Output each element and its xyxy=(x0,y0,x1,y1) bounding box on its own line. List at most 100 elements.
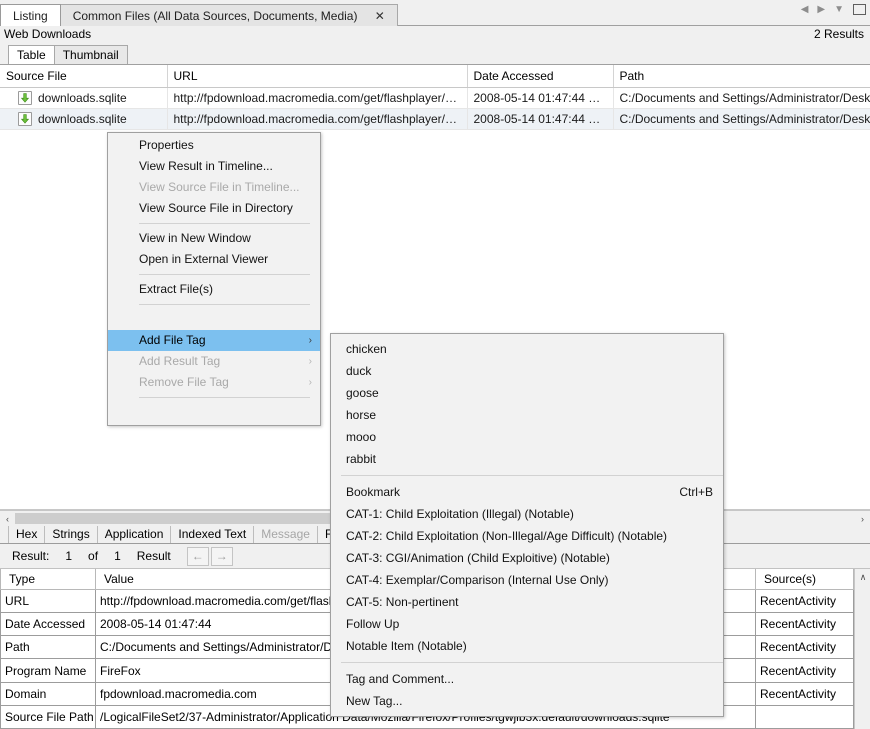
menu-item-view-in-new-window[interactable]: View in New Window xyxy=(108,228,320,249)
next-result-button[interactable]: → xyxy=(211,547,233,566)
cell-path: C:/Documents and Settings/Administrator/… xyxy=(613,88,870,109)
properties-vertical-scrollbar[interactable]: ∧ xyxy=(854,569,870,729)
menu-item-add-file-tag[interactable] xyxy=(108,309,320,330)
menu-item-label: mooo xyxy=(346,430,376,444)
submenu-item-cat-5[interactable]: CAT-5: Non-pertinent xyxy=(331,591,723,613)
menu-item-label: New Tag... xyxy=(346,694,402,708)
menu-item-label: Add Result Tag xyxy=(139,354,220,368)
menu-item-label: Extract File(s) xyxy=(139,282,213,296)
menu-item-label: View Source File in Timeline... xyxy=(139,180,300,194)
column-header-date-accessed[interactable]: Date Accessed xyxy=(467,65,613,88)
menu-item-open-in-external-viewer[interactable]: Open in External Viewer xyxy=(108,249,320,270)
window-tab-controls: ◀ ▶ ▼ xyxy=(801,4,866,15)
next-tab-icon[interactable]: ▶ xyxy=(817,5,825,15)
scroll-right-icon[interactable]: › xyxy=(855,511,870,526)
close-icon[interactable]: ✕ xyxy=(375,9,385,23)
maximize-icon[interactable] xyxy=(853,4,866,15)
source-file-name: downloads.sqlite xyxy=(38,91,127,105)
menu-item-view-source-file-in-directory[interactable]: View Source File in Directory xyxy=(108,198,320,219)
tab-table[interactable]: Table xyxy=(8,45,55,64)
column-header-type[interactable]: Type xyxy=(1,569,96,590)
view-tab-strip: Table Thumbnail xyxy=(0,44,870,64)
shortcut-label: Ctrl+B xyxy=(679,481,713,503)
submenu-item-new-tag[interactable]: New Tag... xyxy=(331,690,723,712)
submenu-item-cat-3[interactable]: CAT-3: CGI/Animation (Child Exploitive) … xyxy=(331,547,723,569)
menu-separator xyxy=(341,662,723,663)
chevron-down-icon[interactable]: ▼ xyxy=(834,5,844,15)
tab-listing[interactable]: Listing xyxy=(0,4,61,26)
submenu-item-cat-1[interactable]: CAT-1: Child Exploitation (Illegal) (Not… xyxy=(331,503,723,525)
table-row[interactable]: downloads.sqlite http://fpdownload.macro… xyxy=(0,88,870,109)
breadcrumb: Web Downloads xyxy=(4,27,91,41)
cell-type: Source File Path xyxy=(1,705,96,728)
submenu-item-horse[interactable]: horse xyxy=(331,404,723,426)
menu-item-label: duck xyxy=(346,364,371,378)
menu-item-extract-files[interactable]: Extract File(s) xyxy=(108,279,320,300)
column-header-sources[interactable]: Source(s) xyxy=(756,569,854,590)
prev-tab-icon[interactable]: ◀ xyxy=(801,5,809,15)
tab-application-label: Application xyxy=(105,527,164,541)
tab-strings[interactable]: Strings xyxy=(44,526,97,543)
cell-type: URL xyxy=(1,590,96,613)
cell-url: http://fpdownload.macromedia.com/get/fla… xyxy=(167,109,467,130)
tab-common-files[interactable]: Common Files (All Data Sources, Document… xyxy=(60,4,398,26)
tab-common-files-label: Common Files (All Data Sources, Document… xyxy=(73,9,358,23)
cell-date-accessed: 2008-05-14 01:47:44 EDT xyxy=(467,88,613,109)
menu-item-label: Tag and Comment... xyxy=(346,672,454,686)
cell-source: RecentActivity xyxy=(756,590,854,613)
menu-separator xyxy=(139,274,310,275)
menu-item-view-result-in-timeline[interactable]: View Result in Timeline... xyxy=(108,156,320,177)
submenu-item-rabbit[interactable]: rabbit xyxy=(331,448,723,470)
add-result-tag-submenu: chicken duck goose horse mooo rabbit Boo… xyxy=(330,333,724,717)
cell-source-file: downloads.sqlite xyxy=(0,88,167,109)
cell-source-file: downloads.sqlite xyxy=(0,109,167,130)
tab-thumbnail-label: Thumbnail xyxy=(63,48,119,62)
previous-result-button[interactable]: ← xyxy=(187,547,209,566)
cell-type: Path xyxy=(1,636,96,659)
tab-strings-label: Strings xyxy=(52,527,89,541)
cell-source: RecentActivity xyxy=(756,636,854,659)
scroll-left-icon[interactable]: ‹ xyxy=(0,511,15,526)
tab-application[interactable]: Application xyxy=(97,526,172,543)
submenu-item-cat-4[interactable]: CAT-4: Exemplar/Comparison (Internal Use… xyxy=(331,569,723,591)
menu-item-label: rabbit xyxy=(346,452,376,466)
menu-item-label: Open in External Viewer xyxy=(139,252,268,266)
cell-path: C:/Documents and Settings/Administrator/… xyxy=(613,109,870,130)
cell-source: RecentActivity xyxy=(756,613,854,636)
submenu-item-chicken[interactable]: chicken xyxy=(331,338,723,360)
table-row[interactable]: downloads.sqlite http://fpdownload.macro… xyxy=(0,109,870,130)
chevron-right-icon: › xyxy=(309,372,312,393)
tab-thumbnail[interactable]: Thumbnail xyxy=(54,45,128,64)
submenu-item-goose[interactable]: goose xyxy=(331,382,723,404)
column-header-path[interactable]: Path xyxy=(613,65,870,88)
chevron-right-icon: › xyxy=(309,330,312,351)
submenu-item-tag-and-comment[interactable]: Tag and Comment... xyxy=(331,668,723,690)
column-header-source-file[interactable]: Source File xyxy=(0,65,167,88)
tab-hex-label: Hex xyxy=(16,527,37,541)
result-of-label: of xyxy=(88,549,98,563)
submenu-item-notable-item[interactable]: Notable Item (Notable) xyxy=(331,635,723,657)
menu-item-properties[interactable]: Properties xyxy=(108,135,320,156)
result-trailing-label: Result xyxy=(137,549,171,563)
menu-item-add-file-to-hash-set[interactable] xyxy=(108,402,320,423)
context-menu: Properties View Result in Timeline... Vi… xyxy=(107,132,321,426)
submenu-item-duck[interactable]: duck xyxy=(331,360,723,382)
column-header-url[interactable]: URL xyxy=(167,65,467,88)
menu-item-label: View in New Window xyxy=(139,231,251,245)
menu-item-add-result-tag[interactable]: Add File Tag › xyxy=(108,330,320,351)
window-tab-strip: Listing Common Files (All Data Sources, … xyxy=(0,0,870,26)
scroll-up-icon[interactable]: ∧ xyxy=(855,569,870,585)
menu-item-label: CAT-5: Non-pertinent xyxy=(346,595,459,609)
submenu-item-follow-up[interactable]: Follow Up xyxy=(331,613,723,635)
tab-indexed-text[interactable]: Indexed Text xyxy=(170,526,254,543)
menu-item-label: goose xyxy=(346,386,379,400)
tab-hex[interactable]: Hex xyxy=(8,526,45,543)
submenu-item-bookmark[interactable]: Bookmark Ctrl+B xyxy=(331,481,723,503)
submenu-item-cat-2[interactable]: CAT-2: Child Exploitation (Non-Illegal/A… xyxy=(331,525,723,547)
menu-separator xyxy=(139,397,310,398)
down-arrow-glyph xyxy=(21,114,29,124)
menu-item-label: View Result in Timeline... xyxy=(139,159,273,173)
cell-type: Date Accessed xyxy=(1,613,96,636)
menu-separator xyxy=(139,304,310,305)
submenu-item-mooo[interactable]: mooo xyxy=(331,426,723,448)
